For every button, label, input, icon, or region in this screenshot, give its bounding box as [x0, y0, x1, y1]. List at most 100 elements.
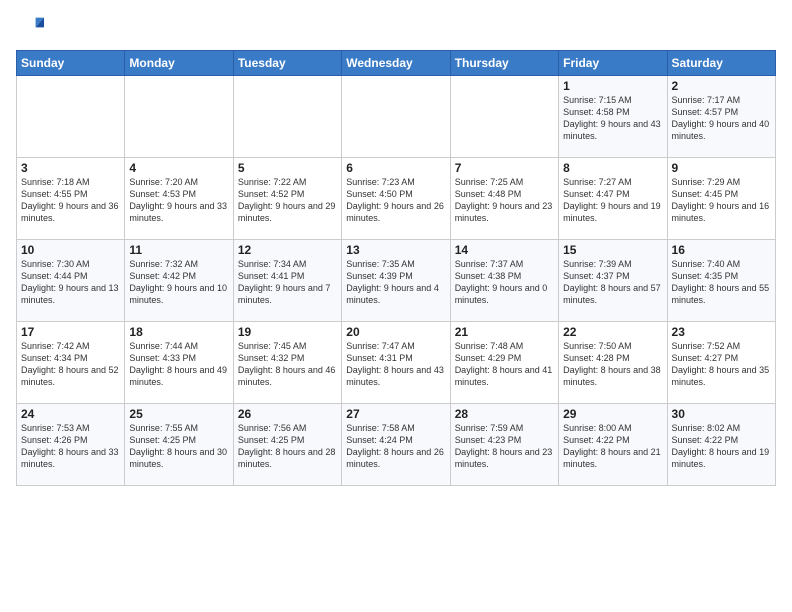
cell-info: Sunrise: 8:02 AMSunset: 4:22 PMDaylight:…: [672, 422, 771, 471]
calendar-cell: [17, 76, 125, 158]
cell-info: Sunrise: 8:00 AMSunset: 4:22 PMDaylight:…: [563, 422, 662, 471]
calendar-cell: 1 Sunrise: 7:15 AMSunset: 4:58 PMDayligh…: [559, 76, 667, 158]
cell-info: Sunrise: 7:18 AMSunset: 4:55 PMDaylight:…: [21, 176, 120, 225]
cell-info: Sunrise: 7:40 AMSunset: 4:35 PMDaylight:…: [672, 258, 771, 307]
day-number: 16: [672, 243, 771, 257]
calendar-cell: 25 Sunrise: 7:55 AMSunset: 4:25 PMDaylig…: [125, 404, 233, 486]
day-number: 4: [129, 161, 228, 175]
calendar-cell: 4 Sunrise: 7:20 AMSunset: 4:53 PMDayligh…: [125, 158, 233, 240]
day-number: 27: [346, 407, 445, 421]
cell-info: Sunrise: 7:35 AMSunset: 4:39 PMDaylight:…: [346, 258, 445, 307]
calendar-cell: 26 Sunrise: 7:56 AMSunset: 4:25 PMDaylig…: [233, 404, 341, 486]
day-number: 15: [563, 243, 662, 257]
cell-info: Sunrise: 7:15 AMSunset: 4:58 PMDaylight:…: [563, 94, 662, 143]
day-number: 21: [455, 325, 554, 339]
logo: [16, 12, 48, 40]
calendar-table: SundayMondayTuesdayWednesdayThursdayFrid…: [16, 50, 776, 486]
day-header-tuesday: Tuesday: [233, 51, 341, 76]
week-row-0: 1 Sunrise: 7:15 AMSunset: 4:58 PMDayligh…: [17, 76, 776, 158]
calendar-cell: [125, 76, 233, 158]
day-number: 22: [563, 325, 662, 339]
day-header-saturday: Saturday: [667, 51, 775, 76]
calendar-cell: 16 Sunrise: 7:40 AMSunset: 4:35 PMDaylig…: [667, 240, 775, 322]
calendar-cell: 18 Sunrise: 7:44 AMSunset: 4:33 PMDaylig…: [125, 322, 233, 404]
day-number: 18: [129, 325, 228, 339]
calendar-cell: 19 Sunrise: 7:45 AMSunset: 4:32 PMDaylig…: [233, 322, 341, 404]
cell-info: Sunrise: 7:25 AMSunset: 4:48 PMDaylight:…: [455, 176, 554, 225]
day-number: 12: [238, 243, 337, 257]
calendar-cell: 11 Sunrise: 7:32 AMSunset: 4:42 PMDaylig…: [125, 240, 233, 322]
calendar-cell: 10 Sunrise: 7:30 AMSunset: 4:44 PMDaylig…: [17, 240, 125, 322]
calendar-cell: 29 Sunrise: 8:00 AMSunset: 4:22 PMDaylig…: [559, 404, 667, 486]
day-header-thursday: Thursday: [450, 51, 558, 76]
day-number: 19: [238, 325, 337, 339]
day-number: 6: [346, 161, 445, 175]
day-number: 13: [346, 243, 445, 257]
day-number: 10: [21, 243, 120, 257]
cell-info: Sunrise: 7:47 AMSunset: 4:31 PMDaylight:…: [346, 340, 445, 389]
calendar-cell: 17 Sunrise: 7:42 AMSunset: 4:34 PMDaylig…: [17, 322, 125, 404]
day-number: 5: [238, 161, 337, 175]
calendar-cell: 14 Sunrise: 7:37 AMSunset: 4:38 PMDaylig…: [450, 240, 558, 322]
calendar-cell: 15 Sunrise: 7:39 AMSunset: 4:37 PMDaylig…: [559, 240, 667, 322]
calendar-cell: 28 Sunrise: 7:59 AMSunset: 4:23 PMDaylig…: [450, 404, 558, 486]
day-number: 23: [672, 325, 771, 339]
day-number: 3: [21, 161, 120, 175]
day-number: 1: [563, 79, 662, 93]
cell-info: Sunrise: 7:45 AMSunset: 4:32 PMDaylight:…: [238, 340, 337, 389]
day-number: 28: [455, 407, 554, 421]
cell-info: Sunrise: 7:42 AMSunset: 4:34 PMDaylight:…: [21, 340, 120, 389]
cell-info: Sunrise: 7:39 AMSunset: 4:37 PMDaylight:…: [563, 258, 662, 307]
calendar-cell: 22 Sunrise: 7:50 AMSunset: 4:28 PMDaylig…: [559, 322, 667, 404]
calendar-cell: 23 Sunrise: 7:52 AMSunset: 4:27 PMDaylig…: [667, 322, 775, 404]
week-row-1: 3 Sunrise: 7:18 AMSunset: 4:55 PMDayligh…: [17, 158, 776, 240]
cell-info: Sunrise: 7:52 AMSunset: 4:27 PMDaylight:…: [672, 340, 771, 389]
day-number: 29: [563, 407, 662, 421]
week-row-2: 10 Sunrise: 7:30 AMSunset: 4:44 PMDaylig…: [17, 240, 776, 322]
calendar-cell: 2 Sunrise: 7:17 AMSunset: 4:57 PMDayligh…: [667, 76, 775, 158]
day-header-friday: Friday: [559, 51, 667, 76]
cell-info: Sunrise: 7:44 AMSunset: 4:33 PMDaylight:…: [129, 340, 228, 389]
day-number: 30: [672, 407, 771, 421]
cell-info: Sunrise: 7:34 AMSunset: 4:41 PMDaylight:…: [238, 258, 337, 307]
cell-info: Sunrise: 7:50 AMSunset: 4:28 PMDaylight:…: [563, 340, 662, 389]
cell-info: Sunrise: 7:27 AMSunset: 4:47 PMDaylight:…: [563, 176, 662, 225]
calendar-cell: [342, 76, 450, 158]
day-number: 26: [238, 407, 337, 421]
day-number: 14: [455, 243, 554, 257]
header: [16, 12, 776, 40]
day-number: 8: [563, 161, 662, 175]
cell-info: Sunrise: 7:29 AMSunset: 4:45 PMDaylight:…: [672, 176, 771, 225]
calendar-cell: 30 Sunrise: 8:02 AMSunset: 4:22 PMDaylig…: [667, 404, 775, 486]
day-number: 17: [21, 325, 120, 339]
calendar-cell: 5 Sunrise: 7:22 AMSunset: 4:52 PMDayligh…: [233, 158, 341, 240]
calendar-cell: 27 Sunrise: 7:58 AMSunset: 4:24 PMDaylig…: [342, 404, 450, 486]
calendar-cell: 24 Sunrise: 7:53 AMSunset: 4:26 PMDaylig…: [17, 404, 125, 486]
calendar-cell: 7 Sunrise: 7:25 AMSunset: 4:48 PMDayligh…: [450, 158, 558, 240]
header-row: SundayMondayTuesdayWednesdayThursdayFrid…: [17, 51, 776, 76]
cell-info: Sunrise: 7:56 AMSunset: 4:25 PMDaylight:…: [238, 422, 337, 471]
cell-info: Sunrise: 7:53 AMSunset: 4:26 PMDaylight:…: [21, 422, 120, 471]
day-number: 24: [21, 407, 120, 421]
cell-info: Sunrise: 7:17 AMSunset: 4:57 PMDaylight:…: [672, 94, 771, 143]
day-header-monday: Monday: [125, 51, 233, 76]
day-number: 2: [672, 79, 771, 93]
page: SundayMondayTuesdayWednesdayThursdayFrid…: [0, 0, 792, 612]
cell-info: Sunrise: 7:32 AMSunset: 4:42 PMDaylight:…: [129, 258, 228, 307]
cell-info: Sunrise: 7:20 AMSunset: 4:53 PMDaylight:…: [129, 176, 228, 225]
day-number: 11: [129, 243, 228, 257]
day-header-wednesday: Wednesday: [342, 51, 450, 76]
calendar-cell: 6 Sunrise: 7:23 AMSunset: 4:50 PMDayligh…: [342, 158, 450, 240]
logo-icon: [16, 12, 44, 40]
cell-info: Sunrise: 7:30 AMSunset: 4:44 PMDaylight:…: [21, 258, 120, 307]
day-number: 25: [129, 407, 228, 421]
calendar-cell: [233, 76, 341, 158]
calendar-cell: [450, 76, 558, 158]
calendar-cell: 9 Sunrise: 7:29 AMSunset: 4:45 PMDayligh…: [667, 158, 775, 240]
cell-info: Sunrise: 7:23 AMSunset: 4:50 PMDaylight:…: [346, 176, 445, 225]
day-number: 20: [346, 325, 445, 339]
calendar-cell: 8 Sunrise: 7:27 AMSunset: 4:47 PMDayligh…: [559, 158, 667, 240]
cell-info: Sunrise: 7:22 AMSunset: 4:52 PMDaylight:…: [238, 176, 337, 225]
day-number: 9: [672, 161, 771, 175]
day-header-sunday: Sunday: [17, 51, 125, 76]
